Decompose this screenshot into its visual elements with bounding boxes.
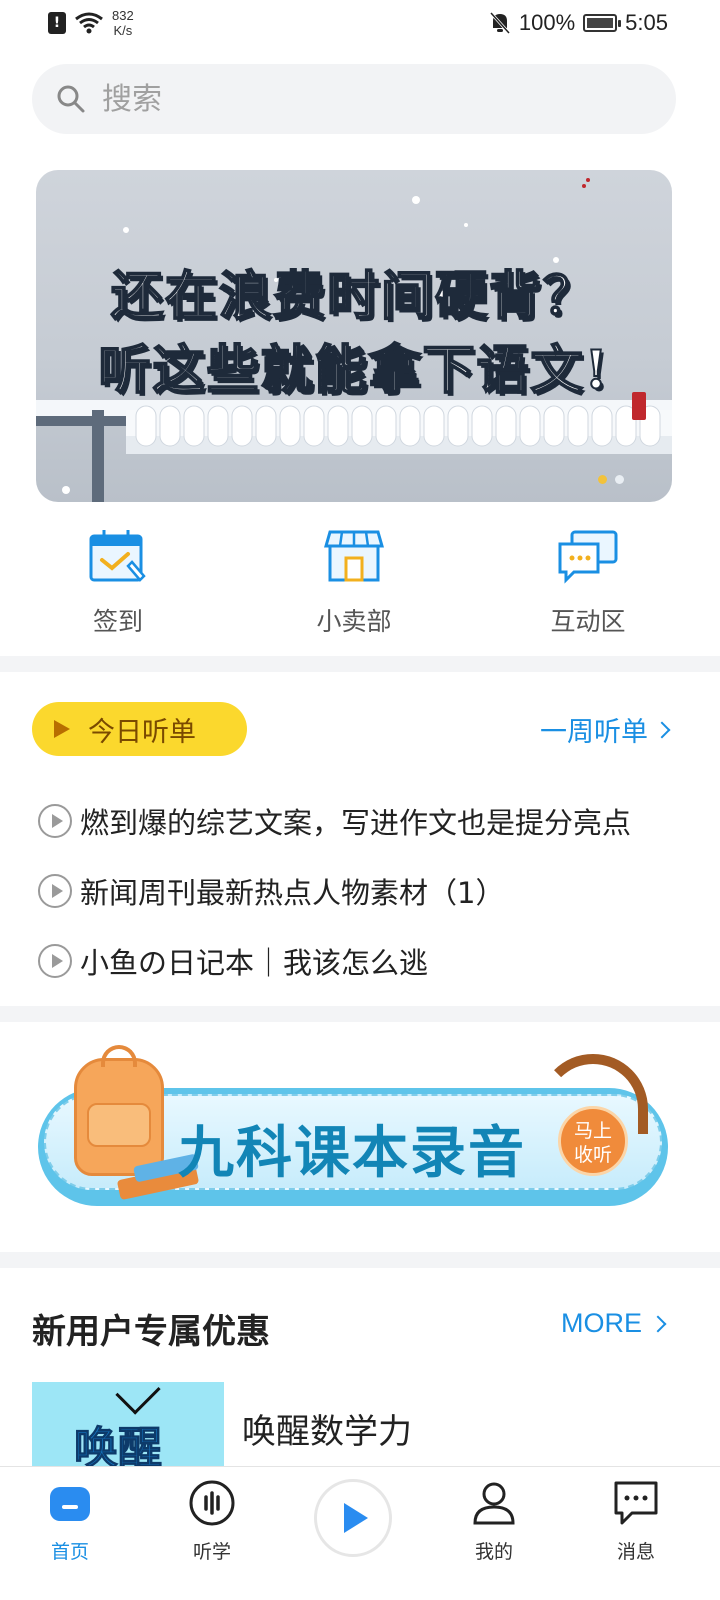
chevron-right-icon — [653, 721, 671, 738]
list-item-title: 小鱼の日记本｜我该怎么逃 — [80, 946, 429, 980]
calendar-check-icon — [89, 530, 146, 582]
textbook-audio-banner[interactable]: 九科课本录音 马上 收听 — [38, 1045, 670, 1214]
player-button[interactable] — [314, 1479, 392, 1557]
bottom-tab-bar: 首页 听学 我的 消息 — [0, 1466, 720, 1600]
list-item[interactable]: 燃到爆的综艺文案，写进作文也是提分亮点 — [38, 786, 688, 856]
search-icon — [57, 85, 85, 113]
sim-alert-icon: ! — [48, 12, 66, 34]
battery-icon — [583, 14, 622, 32]
thumbnail-text: 唤醒 — [74, 1423, 163, 1467]
battery-percent: 100% — [518, 10, 576, 35]
tab-label: 我的 — [474, 1541, 513, 1563]
tab-mine[interactable]: 我的 — [444, 1479, 544, 1564]
check-mark-icon — [115, 1382, 161, 1415]
list-item[interactable]: 新闻周刊最新热点人物素材（1） — [38, 856, 688, 926]
today-playlist-label: 今日听单 — [88, 716, 196, 748]
quick-actions: 签到 小卖部 互动区 — [0, 528, 720, 648]
bell-muted-icon — [489, 11, 511, 35]
chevron-right-icon — [649, 1315, 667, 1332]
wifi-icon — [75, 12, 103, 34]
network-speed: 832 K/s — [112, 8, 134, 38]
list-item-title: 燃到爆的综艺文案，写进作文也是提分亮点 — [80, 806, 632, 840]
shop-icon — [324, 530, 384, 582]
search-input[interactable] — [102, 81, 602, 117]
course-thumbnail[interactable]: 唤醒 — [32, 1382, 224, 1466]
tab-messages[interactable]: 消息 — [586, 1479, 686, 1564]
status-right: 100% 5:05 — [489, 10, 668, 36]
course-title[interactable]: 唤醒数学力 — [242, 1404, 412, 1453]
message-icon — [614, 1481, 658, 1525]
tab-label: 消息 — [616, 1541, 655, 1563]
quick-action-label: 互动区 — [550, 607, 626, 636]
tab-label: 听学 — [192, 1541, 231, 1563]
banner-headline-1: 还在浪费时间硬背？ — [110, 265, 597, 328]
quick-action-community[interactable]: 互动区 — [518, 528, 658, 638]
status-bar: ! 832 K/s 100% 5:05 — [0, 0, 720, 50]
promo-carousel[interactable]: 还在浪费时间硬背？ 听这些就能拿下语文! — [36, 170, 672, 502]
today-playlist-button[interactable]: 今日听单 — [32, 702, 247, 756]
quick-action-shop[interactable]: 小卖部 — [284, 528, 424, 638]
weekly-playlist-link[interactable]: 一周听单 — [540, 710, 671, 749]
listen-now-badge[interactable]: 马上 收听 — [558, 1106, 628, 1176]
play-triangle-icon — [54, 720, 70, 738]
play-circle-icon — [38, 804, 72, 838]
search-bar[interactable] — [32, 64, 676, 134]
section-divider — [0, 1252, 720, 1268]
section-divider — [0, 1006, 720, 1022]
clock: 5:05 — [625, 10, 668, 35]
promo-title: 九科课本录音 — [178, 1121, 526, 1186]
banner-headline-2: 听这些就能拿下语文! — [98, 339, 610, 402]
quick-action-label: 签到 — [92, 607, 143, 636]
more-link[interactable]: MORE — [561, 1308, 667, 1339]
backpack-illustration — [74, 1045, 164, 1176]
section-divider — [0, 656, 720, 672]
status-left: ! 832 K/s — [48, 8, 134, 38]
tab-listen-learn[interactable]: 听学 — [162, 1479, 262, 1564]
quick-action-checkin[interactable]: 签到 — [48, 528, 188, 638]
carousel-dot[interactable] — [598, 475, 607, 484]
playlist: 燃到爆的综艺文案，写进作文也是提分亮点 新闻周刊最新热点人物素材（1） 小鱼の日… — [38, 786, 688, 996]
user-icon — [473, 1482, 515, 1525]
weekly-playlist-label: 一周听单 — [540, 717, 648, 748]
quick-action-label: 小卖部 — [316, 607, 392, 636]
play-circle-icon — [38, 944, 72, 978]
carousel-indicator — [598, 475, 624, 484]
home-icon — [50, 1487, 90, 1521]
sound-wave-icon — [189, 1480, 235, 1526]
speed-value: 832 — [112, 8, 134, 23]
badge-line-1: 马上 — [573, 1120, 612, 1142]
play-circle-icon — [38, 874, 72, 908]
list-item-title: 新闻周刊最新热点人物素材（1） — [80, 876, 505, 910]
speed-unit: K/s — [113, 23, 133, 38]
tab-home[interactable]: 首页 — [20, 1479, 120, 1564]
badge-line-2: 收听 — [573, 1144, 612, 1166]
tab-label: 首页 — [50, 1541, 89, 1563]
chat-bubbles-icon — [558, 530, 618, 584]
play-icon — [344, 1503, 368, 1533]
list-item[interactable]: 小鱼の日记本｜我该怎么逃 — [38, 926, 688, 996]
more-label: MORE — [561, 1308, 642, 1338]
carousel-dot[interactable] — [615, 475, 624, 484]
section-title: 新用户专属优惠 — [32, 1312, 270, 1352]
seal-stamp — [632, 392, 646, 420]
